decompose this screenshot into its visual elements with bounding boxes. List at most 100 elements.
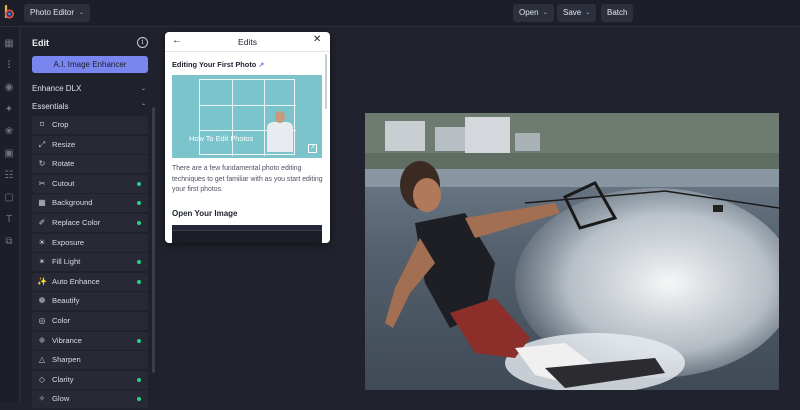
chevron-down-icon: ⌄ bbox=[79, 10, 85, 16]
batch-label: Batch bbox=[607, 8, 628, 17]
rotate-icon: ↻ bbox=[38, 159, 46, 169]
tool-label: Cutout bbox=[52, 178, 75, 188]
popup-subtitle-link[interactable]: Editing Your First Photo ↗ bbox=[172, 60, 264, 69]
tool-label: Auto Enhance bbox=[52, 276, 100, 286]
chevron-down-icon: ⌄ bbox=[542, 10, 548, 16]
tool-clarity[interactable]: ◇ Clarity bbox=[32, 370, 148, 389]
batch-button[interactable]: Batch bbox=[601, 4, 634, 22]
effects-icon[interactable]: ✦ bbox=[2, 103, 16, 117]
scissors-icon: ✂ bbox=[38, 178, 46, 188]
tool-label: Crop bbox=[52, 120, 69, 129]
new-indicator-dot bbox=[137, 397, 141, 402]
text-icon[interactable]: T bbox=[2, 213, 16, 227]
tool-glow[interactable]: ✧ Glow bbox=[32, 390, 148, 409]
eye-icon[interactable]: ◉ bbox=[2, 81, 16, 95]
chevron-down-icon: ⌄ bbox=[140, 86, 146, 92]
glow-icon: ✧ bbox=[38, 394, 46, 404]
section-enhance-dlx[interactable]: Enhance DLX ⌄ bbox=[32, 82, 148, 96]
tool-label: Color bbox=[52, 315, 71, 325]
expand-icon[interactable]: ↗ bbox=[308, 144, 317, 153]
popup-subtitle: Editing Your First Photo bbox=[172, 60, 257, 69]
photo-image[interactable] bbox=[365, 113, 779, 390]
layout-icon[interactable]: ☷ bbox=[2, 169, 16, 183]
tool-rotate[interactable]: ↻ Rotate bbox=[32, 155, 148, 174]
app-menu-label: Photo Editor bbox=[30, 8, 75, 17]
popup-title: Edits bbox=[238, 37, 257, 47]
exposure-icon: ☀ bbox=[38, 237, 46, 247]
ai-image-enhancer-button[interactable]: A.I. Image Enhancer bbox=[32, 56, 148, 73]
sticker-icon[interactable]: ❀ bbox=[2, 125, 16, 139]
tool-label: Background bbox=[52, 198, 93, 208]
app-menu-dropdown[interactable]: Photo Editor ⌄ bbox=[24, 4, 91, 22]
magic-wand-icon: ✨ bbox=[37, 276, 47, 286]
crop-frame-icon[interactable]: ▢ bbox=[2, 191, 16, 205]
close-icon[interactable]: ✕ bbox=[313, 34, 321, 45]
tutorial-thumbnail[interactable]: How To Edit Photos ↗ bbox=[172, 75, 322, 158]
tool-beautify[interactable]: ❁ Beautify bbox=[32, 292, 148, 311]
crop-icon: ⌑ bbox=[39, 120, 45, 129]
new-indicator-dot bbox=[137, 201, 141, 206]
sliders-icon[interactable]: ⫶ bbox=[2, 59, 16, 73]
save-label: Save bbox=[563, 8, 582, 17]
tool-label: Sharpen bbox=[52, 355, 81, 365]
background-icon: ▦ bbox=[38, 198, 46, 208]
popup-header: ← Edits ✕ bbox=[165, 32, 330, 52]
tool-resize[interactable]: ⤢ Resize bbox=[32, 135, 148, 154]
tool-label: Replace Color bbox=[52, 217, 101, 227]
thumbnail-caption: How To Edit Photos bbox=[189, 134, 254, 143]
new-indicator-dot bbox=[137, 181, 141, 186]
overlay-icon[interactable]: ⧉ bbox=[2, 235, 16, 249]
tool-exposure[interactable]: ☀ Exposure bbox=[32, 233, 148, 252]
save-button[interactable]: Save ⌄ bbox=[557, 4, 597, 22]
tool-cutout[interactable]: ✂ Cutout bbox=[32, 174, 148, 193]
app-logo-icon[interactable] bbox=[3, 5, 15, 19]
left-rail: ▦ ⫶ ◉ ✦ ❀ ▣ ☷ ▢ T ⧉ bbox=[0, 27, 20, 402]
new-indicator-dot bbox=[137, 377, 141, 382]
new-indicator-dot bbox=[137, 338, 141, 343]
top-bar: Photo Editor ⌄ Open ⌄ Save ⌄ Batch bbox=[0, 0, 800, 27]
new-indicator-dot bbox=[137, 220, 141, 225]
popup-description: There are a few fundamental photo editin… bbox=[172, 165, 323, 193]
grid-icon[interactable]: ▦ bbox=[2, 37, 16, 51]
chevron-up-icon: ⌃ bbox=[140, 104, 146, 110]
tool-label: Glow bbox=[52, 394, 70, 404]
section-essentials[interactable]: Essentials ⌃ bbox=[32, 100, 148, 114]
section-enhance-label: Enhance DLX bbox=[32, 84, 82, 93]
tool-list: ⌑ Crop ⤢ Resize ↻ Rotate ✂ Cutout ▦ Background ✐ Re… bbox=[32, 116, 148, 410]
tool-crop[interactable]: ⌑ Crop bbox=[32, 116, 148, 134]
panel-scrollbar[interactable] bbox=[152, 107, 155, 373]
external-link-icon: ↗ bbox=[258, 62, 265, 69]
edit-panel: Edit i A.I. Image Enhancer Enhance DLX ⌄… bbox=[22, 27, 158, 409]
tool-vibrance[interactable]: ❈ Vibrance bbox=[32, 331, 148, 350]
frame-icon[interactable]: ▣ bbox=[2, 147, 16, 161]
tool-label: Beautify bbox=[52, 296, 80, 306]
tool-sharpen[interactable]: △ Sharpen bbox=[32, 351, 148, 370]
tool-label: Fill Light bbox=[52, 257, 81, 267]
tool-auto-enhance[interactable]: ✨ Auto Enhance bbox=[32, 272, 148, 291]
tool-label: Resize bbox=[52, 139, 76, 149]
diamond-icon: ◇ bbox=[38, 374, 46, 384]
popup-section-heading: Open Your Image bbox=[172, 209, 238, 218]
person-figure bbox=[267, 122, 293, 152]
open-button[interactable]: Open ⌄ bbox=[513, 4, 554, 22]
popup-scrollbar[interactable] bbox=[325, 54, 327, 109]
info-icon[interactable]: i bbox=[137, 37, 148, 48]
vibrance-icon: ❈ bbox=[38, 335, 46, 345]
open-image-preview bbox=[172, 225, 322, 243]
tool-color[interactable]: ◎ Color bbox=[32, 311, 148, 330]
new-indicator-dot bbox=[137, 260, 141, 265]
tool-replace-color[interactable]: ✐ Replace Color bbox=[32, 213, 148, 232]
bulb-icon: ✴ bbox=[38, 257, 46, 267]
triangle-icon: △ bbox=[38, 355, 46, 365]
new-indicator-dot bbox=[137, 279, 141, 284]
tool-fill-light[interactable]: ✴ Fill Light bbox=[32, 253, 148, 272]
section-essentials-label: Essentials bbox=[32, 102, 69, 111]
resize-icon: ⤢ bbox=[38, 139, 46, 149]
chevron-down-icon: ⌄ bbox=[585, 10, 591, 16]
tool-background[interactable]: ▦ Background bbox=[32, 194, 148, 213]
dropper-icon: ✐ bbox=[38, 217, 46, 227]
tool-label: Vibrance bbox=[52, 335, 82, 345]
tool-label: Exposure bbox=[52, 237, 85, 247]
palette-icon: ◎ bbox=[38, 315, 46, 325]
edits-popup: ← Edits ✕ Editing Your First Photo ↗ How … bbox=[165, 32, 330, 243]
